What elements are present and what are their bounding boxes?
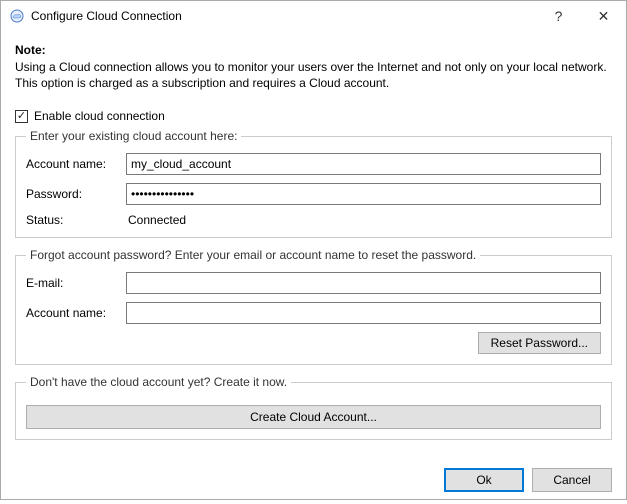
forgot-password-group: Forgot account password? Enter your emai… xyxy=(15,248,612,365)
note-heading: Note: xyxy=(15,43,612,57)
dialog-footer: Ok Cancel xyxy=(1,460,626,504)
account-name-label: Account name: xyxy=(26,157,126,171)
content-area: Note: Using a Cloud connection allows yo… xyxy=(1,31,626,460)
window-title: Configure Cloud Connection xyxy=(31,9,536,23)
check-icon: ✓ xyxy=(17,111,26,122)
status-value: Connected xyxy=(126,213,186,227)
create-account-legend: Don't have the cloud account yet? Create… xyxy=(26,375,291,389)
email-input[interactable] xyxy=(126,272,601,294)
dialog-window: Configure Cloud Connection ? ✕ Note: Usi… xyxy=(0,0,627,500)
note-body: Using a Cloud connection allows you to m… xyxy=(15,59,612,91)
app-icon xyxy=(9,8,25,24)
forgot-account-name-label: Account name: xyxy=(26,306,126,320)
account-name-input[interactable] xyxy=(126,153,601,175)
create-cloud-account-button[interactable]: Create Cloud Account... xyxy=(26,405,601,429)
enable-cloud-checkbox-row[interactable]: ✓ Enable cloud connection xyxy=(15,109,612,123)
password-input[interactable] xyxy=(126,183,601,205)
reset-password-button[interactable]: Reset Password... xyxy=(478,332,601,354)
existing-account-group: Enter your existing cloud account here: … xyxy=(15,129,612,238)
email-label: E-mail: xyxy=(26,276,126,290)
help-button[interactable]: ? xyxy=(536,1,581,31)
titlebar: Configure Cloud Connection ? ✕ xyxy=(1,1,626,31)
existing-account-legend: Enter your existing cloud account here: xyxy=(26,129,241,143)
create-account-group: Don't have the cloud account yet? Create… xyxy=(15,375,612,440)
enable-cloud-label: Enable cloud connection xyxy=(34,109,165,123)
status-label: Status: xyxy=(26,213,126,227)
password-label: Password: xyxy=(26,187,126,201)
enable-cloud-checkbox[interactable]: ✓ xyxy=(15,110,28,123)
ok-button[interactable]: Ok xyxy=(444,468,524,492)
forgot-account-name-input[interactable] xyxy=(126,302,601,324)
forgot-password-legend: Forgot account password? Enter your emai… xyxy=(26,248,480,262)
close-icon: ✕ xyxy=(598,8,610,25)
cancel-button[interactable]: Cancel xyxy=(532,468,612,492)
close-button[interactable]: ✕ xyxy=(581,1,626,31)
